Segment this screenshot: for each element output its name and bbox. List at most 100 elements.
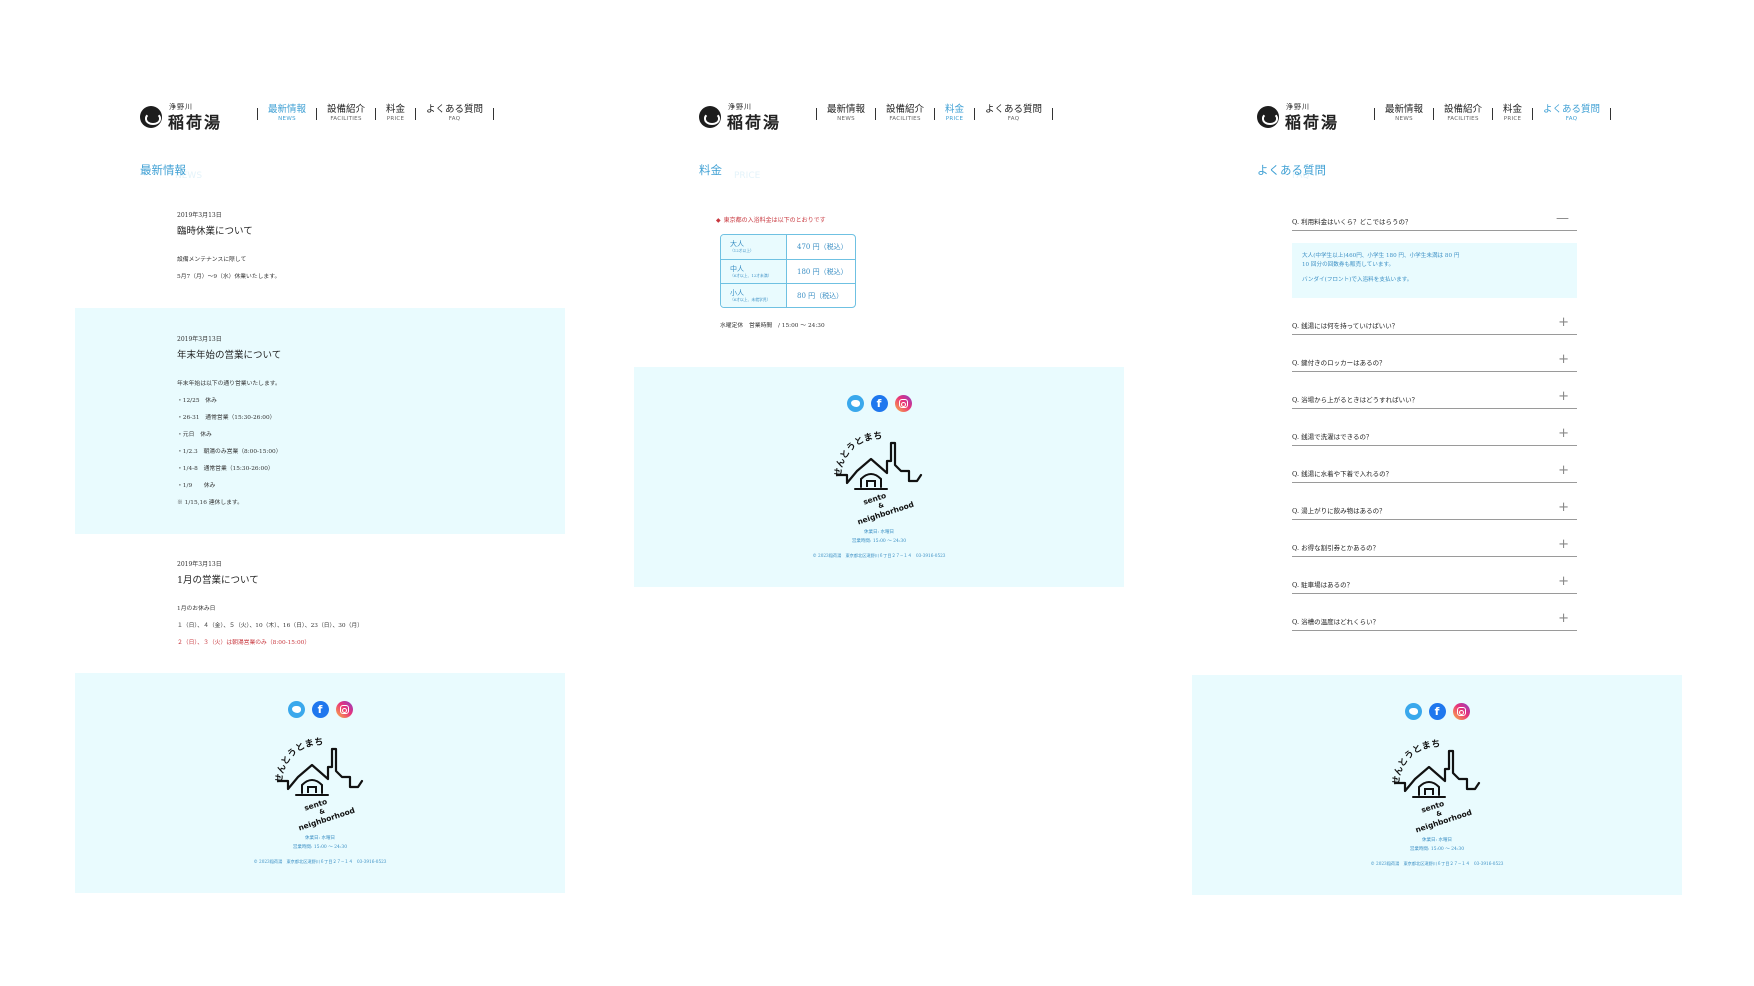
news-body: 1月のお休み日 １（日）、４（金）、５（火）、10（木）、16（日）、23（日）… bbox=[177, 606, 364, 646]
news-date: 2019年3月13日 bbox=[177, 561, 222, 568]
price-category-note: （12才以上） bbox=[730, 248, 754, 253]
nav-price[interactable]: 料金 PRICE bbox=[945, 104, 964, 123]
minus-icon[interactable]: — bbox=[1556, 212, 1569, 225]
sento-and-neighborhood-logo: せんとうとまち sento & neighborhood bbox=[272, 731, 368, 832]
faq-question[interactable]: Q. 銭湯には何を持っていけばいい？ + bbox=[1292, 313, 1577, 335]
faq-question-text: Q. 利用料金はいくら？どこではらうの？ bbox=[1292, 218, 1412, 226]
plus-icon[interactable]: + bbox=[1558, 575, 1569, 588]
site-footer: f せんとうとまち sento & neighborhood 休業日: 水曜日 営業時… bbox=[634, 367, 1124, 587]
price-value: 180 円（税込） bbox=[797, 268, 848, 276]
nav-facilities[interactable]: 設備紹介 FACILITIES bbox=[886, 104, 924, 123]
twitter-icon[interactable] bbox=[846, 395, 864, 412]
sento-logo-graphic: せんとうとまちsento&neighborhood bbox=[274, 737, 364, 832]
page-title-ghost: PRICE bbox=[734, 171, 761, 181]
footer-hours: 休業日: 水曜日 営業時間: 15:00 ～ 24:30 bbox=[1409, 838, 1465, 852]
news-title[interactable]: 臨時休業について bbox=[177, 226, 280, 238]
footer-hours: 休業日: 水曜日 営業時間: 15:00 ～ 24:30 bbox=[292, 836, 348, 850]
instagram-icon[interactable] bbox=[335, 701, 353, 718]
twitter-icon[interactable] bbox=[1404, 703, 1422, 720]
nav-news[interactable]: 最新情報 NEWS bbox=[1385, 104, 1423, 123]
facebook-icon[interactable]: f bbox=[311, 701, 329, 718]
facebook-icon[interactable]: f bbox=[870, 395, 888, 412]
footer-copyright: © 2023稲荷湯 東京都北区滝野川６丁目２７−１４ 03-3916-0523 bbox=[253, 859, 387, 864]
site-logo[interactable]: 浄野川 稲荷湯 bbox=[699, 103, 795, 132]
price-value: 470 円（税込） bbox=[797, 243, 848, 251]
footer-copyright: © 2023稲荷湯 東京都北区滝野川６丁目２７−１４ 03-3916-0523 bbox=[812, 553, 946, 558]
nav-faq[interactable]: よくある質問 FAQ bbox=[985, 104, 1042, 123]
plus-icon[interactable]: + bbox=[1558, 464, 1569, 477]
plus-icon[interactable]: + bbox=[1558, 427, 1569, 440]
news-date: 2019年3月13日 bbox=[177, 212, 222, 219]
price-row: 大人 （12才以上） 470 円（税込） bbox=[721, 235, 855, 259]
faq-question[interactable]: Q. 湯上がりに飲み物はあるの？ + bbox=[1292, 498, 1577, 520]
social-links: f bbox=[1192, 703, 1682, 720]
page-title: よくある質問 bbox=[1257, 163, 1326, 177]
site-logo[interactable]: 浄野川 稲荷湯 bbox=[140, 103, 236, 132]
faq-question[interactable]: Q. 駐車場はあるの？ + bbox=[1292, 572, 1577, 594]
facebook-icon[interactable]: f bbox=[1428, 703, 1446, 720]
news-page-panel: 浄野川 稲荷湯 最新情報 NEWS 設備紹介 FACILITIES 料金 PRICE … bbox=[75, 0, 565, 986]
main-nav: 最新情報 NEWS 設備紹介 FACILITIES 料金 PRICE よくある質問 FA… bbox=[247, 104, 504, 123]
sento-logo-graphic: せんとうとまちsento&neighborhood bbox=[833, 431, 923, 526]
logo-title: 稲荷湯 bbox=[1285, 113, 1340, 132]
sento-and-neighborhood-logo: せんとうとまち sento & neighborhood bbox=[831, 425, 927, 526]
news-title[interactable]: 1月の営業について bbox=[177, 575, 363, 587]
site-header: 浄野川 稲荷湯 最新情報 NEWS 設備紹介 FACILITIES 料金 PRICE … bbox=[140, 103, 565, 132]
price-category: 大人 bbox=[730, 240, 744, 248]
nav-news[interactable]: 最新情報 NEWS bbox=[827, 104, 865, 123]
nav-news[interactable]: 最新情報 NEWS bbox=[268, 104, 306, 123]
faq-question-open[interactable]: Q. 利用料金はいくら？どこではらうの？ — bbox=[1292, 209, 1577, 231]
nav-faq[interactable]: よくある質問 FAQ bbox=[1543, 104, 1600, 123]
page-title: 最新情報 bbox=[140, 163, 186, 177]
faq-question[interactable]: Q. 銭湯で洗濯はできるの？ + bbox=[1292, 424, 1577, 446]
news-body: 年末年始は以下の通り営業いたします。 ・12/25 休み ・26-31 通常営業… bbox=[177, 381, 282, 506]
sento-and-neighborhood-logo: せんとうとまち sento & neighborhood bbox=[1389, 733, 1485, 834]
faq-question[interactable]: Q. 銭湯に水着や下着で入れるの？ + bbox=[1292, 461, 1577, 483]
plus-icon[interactable]: + bbox=[1558, 538, 1569, 551]
social-links: f bbox=[634, 395, 1124, 412]
plus-icon[interactable]: + bbox=[1558, 612, 1569, 625]
nav-faq[interactable]: よくある質問 FAQ bbox=[426, 104, 483, 123]
faq-question[interactable]: Q. お得な割引券とかあるの？ + bbox=[1292, 535, 1577, 557]
social-links: f bbox=[75, 701, 565, 718]
plus-icon[interactable]: + bbox=[1558, 353, 1569, 366]
main-nav: 最新情報 NEWS 設備紹介 FACILITIES 料金 PRICE よくある質問 FA… bbox=[806, 104, 1063, 123]
price-category-note: （6才以上、未就学児） bbox=[730, 297, 771, 302]
plus-icon[interactable]: + bbox=[1558, 501, 1569, 514]
price-row: 小人 （6才以上、未就学児） 80 円（税込） bbox=[721, 283, 855, 307]
plus-icon[interactable]: + bbox=[1558, 316, 1569, 329]
logo-mark-icon bbox=[699, 106, 721, 128]
price-note: 東京都の入浴料金は以下のとおりです bbox=[716, 215, 826, 224]
nav-price[interactable]: 料金 PRICE bbox=[386, 104, 405, 123]
price-category: 中人 bbox=[730, 265, 744, 273]
price-category: 小人 bbox=[730, 289, 744, 297]
faq-question[interactable]: Q. 鍵付きのロッカーはあるの？ + bbox=[1292, 350, 1577, 372]
page-title: 料金 bbox=[699, 163, 722, 177]
price-table: 大人 （12才以上） 470 円（税込） 中人 （6才以上、12才未満） 180… bbox=[720, 234, 856, 308]
nav-facilities[interactable]: 設備紹介 FACILITIES bbox=[327, 104, 365, 123]
nav-facilities[interactable]: 設備紹介 FACILITIES bbox=[1444, 104, 1482, 123]
news-post: 2019年3月13日 1月の営業について 1月のお休み日 １（日）、４（金）、５… bbox=[75, 556, 565, 656]
twitter-icon[interactable] bbox=[287, 701, 305, 718]
logo-title: 稲荷湯 bbox=[727, 113, 782, 132]
plus-icon[interactable]: + bbox=[1558, 390, 1569, 403]
faq-question[interactable]: Q. 浴場から上がるときはどうすればいい？ + bbox=[1292, 387, 1577, 409]
site-header: 浄野川 稲荷湯 最新情報 NEWS 設備紹介 FACILITIES 料金 PRICE … bbox=[699, 103, 1124, 132]
price-value: 80 円（税込） bbox=[797, 292, 844, 300]
instagram-icon[interactable] bbox=[894, 395, 912, 412]
news-title[interactable]: 年末年始の営業について bbox=[177, 350, 282, 362]
faq-page-panel: 浄野川 稲荷湯 最新情報 NEWS 設備紹介 FACILITIES 料金 PRICE … bbox=[1192, 0, 1682, 986]
news-date: 2019年3月13日 bbox=[177, 336, 222, 343]
price-page-panel: 浄野川 稲荷湯 最新情報 NEWS 設備紹介 FACILITIES 料金 PRICE … bbox=[634, 0, 1124, 986]
logo-mark-icon bbox=[140, 106, 162, 128]
news-body: 設備メンテナンスに際して 5月7（月）～9（水）休業いたします。 bbox=[177, 257, 281, 280]
footer-copyright: © 2023稲荷湯 東京都北区滝野川６丁目２７−１４ 03-3916-0523 bbox=[1370, 861, 1504, 866]
faq-answer: 大人(中学生以上)460円、小学生 180 円、小学生未満は 80 円 10 回… bbox=[1292, 243, 1577, 298]
footer-hours: 休業日: 水曜日 営業時間: 15:00 ～ 24:30 bbox=[851, 530, 907, 544]
instagram-icon[interactable] bbox=[1452, 703, 1470, 720]
price-row: 中人 （6才以上、12才未満） 180 円（税込） bbox=[721, 259, 855, 283]
main-nav: 最新情報 NEWS 設備紹介 FACILITIES 料金 PRICE よくある質問 FA… bbox=[1364, 104, 1621, 123]
site-logo[interactable]: 浄野川 稲荷湯 bbox=[1257, 103, 1353, 132]
faq-question[interactable]: Q. 浴槽の温度はどれくらい？ + bbox=[1292, 609, 1577, 631]
nav-price[interactable]: 料金 PRICE bbox=[1503, 104, 1522, 123]
